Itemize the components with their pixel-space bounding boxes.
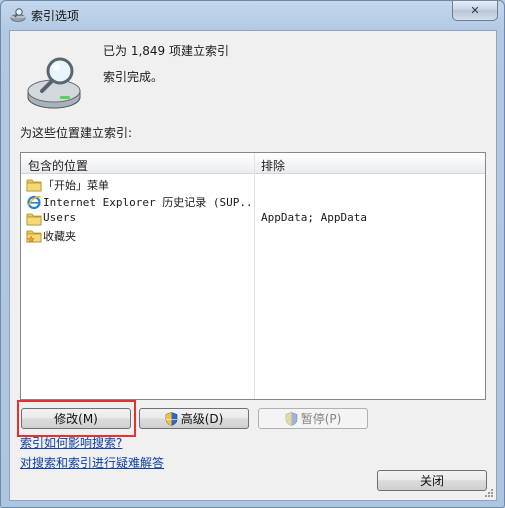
list-item[interactable]: Internet Explorer 历史记录 (SUP... xyxy=(21,193,485,210)
uac-shield-icon xyxy=(165,411,177,426)
indexed-locations-list[interactable]: 包含的位置 排除 「开始」菜单 Internet Explorer 历史记录 (… xyxy=(20,152,486,400)
list-item[interactable]: Users AppData; AppData xyxy=(21,210,485,227)
indexing-options-icon xyxy=(10,8,26,22)
locations-label: 为这些位置建立索引: xyxy=(20,126,133,140)
location-name: 收藏夹 xyxy=(43,230,76,243)
folder-star-icon xyxy=(26,230,42,243)
internet-explorer-icon xyxy=(27,195,42,210)
close-button-label: 关闭 xyxy=(419,474,444,488)
window-title: 索引选项 xyxy=(31,9,80,23)
column-header-included[interactable]: 包含的位置 xyxy=(28,157,88,174)
list-item[interactable]: 「开始」菜单 xyxy=(21,176,485,193)
advanced-button[interactable]: 高级(D) xyxy=(139,408,249,429)
list-item[interactable]: 收藏夹 xyxy=(21,227,485,244)
location-rows: 「开始」菜单 Internet Explorer 历史记录 (SUP... Us… xyxy=(21,176,485,244)
title-bar[interactable]: 索引选项 ✕ xyxy=(1,1,504,29)
resize-grip-icon[interactable] xyxy=(484,488,494,498)
indexing-options-window: 索引选项 ✕ 已为 1,849 项建立索引 索引完成。 为这些位置建立索引: 包… xyxy=(0,0,505,508)
close-icon: ✕ xyxy=(470,4,480,17)
window-close-button[interactable]: ✕ xyxy=(452,1,498,21)
uac-shield-icon xyxy=(285,411,297,426)
drive-magnifier-icon xyxy=(27,57,81,109)
column-header-excluded[interactable]: 排除 xyxy=(261,157,285,174)
pause-button[interactable]: 暂停(P) xyxy=(258,408,368,429)
pause-button-label: 暂停(P) xyxy=(300,412,342,426)
location-exclusions: AppData; AppData xyxy=(261,211,367,224)
advanced-button-label: 高级(D) xyxy=(180,412,224,426)
list-header: 包含的位置 排除 xyxy=(21,153,485,174)
dialog-content: 已为 1,849 项建立索引 索引完成。 为这些位置建立索引: 包含的位置 排除… xyxy=(9,30,497,501)
troubleshoot-link[interactable]: 对搜索和索引进行疑难解答 xyxy=(20,454,164,471)
folder-icon xyxy=(26,179,42,192)
close-button[interactable]: 关闭 xyxy=(377,470,487,491)
location-name: 「开始」菜单 xyxy=(43,179,109,192)
index-status-text: 索引完成。 xyxy=(103,70,164,84)
location-name: Users xyxy=(43,211,77,224)
how-index-affects-search-link[interactable]: 索引如何影响搜索? xyxy=(20,434,122,451)
indexed-count-text: 已为 1,849 项建立索引 xyxy=(103,44,229,58)
location-name: Internet Explorer 历史记录 (SUP... xyxy=(43,196,253,209)
highlight-box xyxy=(17,400,136,437)
folder-icon xyxy=(26,213,42,226)
